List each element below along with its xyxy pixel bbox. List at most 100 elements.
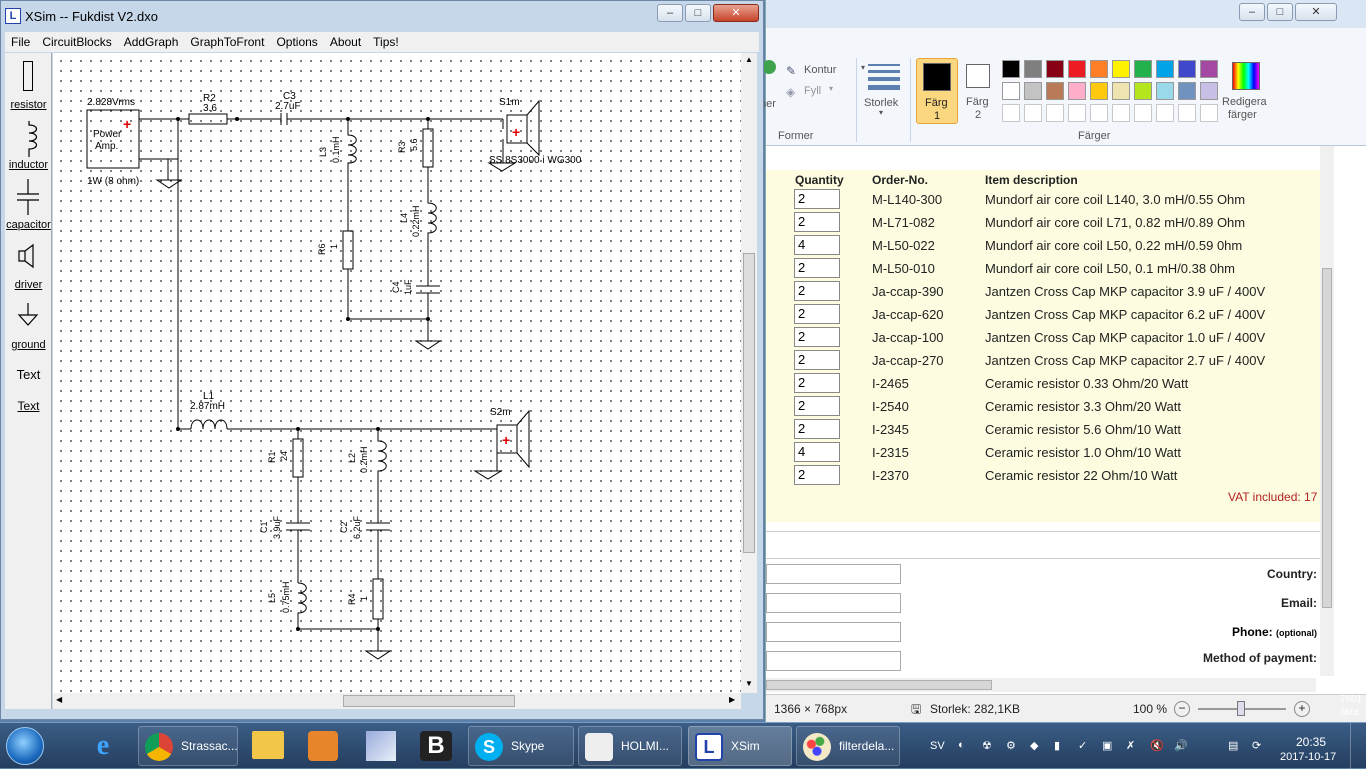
palette-swatch[interactable] [1112,60,1130,78]
quantity-input[interactable]: 2 [794,212,840,232]
tray-icon[interactable]: ✗ [1126,739,1135,752]
zoom-slider-thumb[interactable] [1237,701,1245,716]
palette-swatch[interactable] [1024,82,1042,100]
speaker-mute-icon[interactable]: 🔇 [1150,739,1164,752]
network-icon[interactable]: ▣ [1102,739,1112,752]
palette-swatch[interactable] [1156,60,1174,78]
zoom-in-button[interactable]: + [1294,701,1310,717]
signal-icon[interactable]: ▮ [1054,739,1060,752]
horizontal-scrollbar[interactable] [766,678,1316,692]
start-button[interactable] [6,727,44,765]
scroll-left-icon[interactable]: ◀ [56,695,62,704]
quantity-input[interactable]: 2 [794,465,840,485]
quantity-input[interactable]: 2 [794,350,840,370]
menu-about[interactable]: About [324,32,367,52]
palette-swatch[interactable] [1090,82,1108,100]
scroll-thumb[interactable] [1322,268,1332,608]
driver-icon[interactable] [17,243,39,269]
palette-swatch-empty[interactable] [1112,104,1130,122]
taskbar-holm[interactable]: HOLMI... [578,726,682,766]
palette-swatch[interactable] [1002,60,1020,78]
palette-swatch[interactable] [1200,60,1218,78]
horizontal-scrollbar[interactable]: ◀ ▶ [53,693,741,709]
palette-swatch-empty[interactable] [1178,104,1196,122]
palette-swatch[interactable] [1156,82,1174,100]
palette-swatch[interactable] [1068,60,1086,78]
tray-icon[interactable]: ⟳ [1252,739,1261,752]
quantity-input[interactable]: 2 [794,281,840,301]
redigera-farger-button[interactable]: Redigera färger [1220,58,1276,124]
palette-swatch[interactable] [1024,60,1042,78]
tray-icon[interactable]: ☢ [982,739,992,752]
zoom-out-button[interactable]: − [1174,701,1190,717]
steam-icon[interactable]: ⚙ [1006,739,1016,752]
taskbar-chrome[interactable]: Strassac... [138,726,238,766]
inductor-icon[interactable] [19,121,39,157]
quantity-input[interactable]: 2 [794,189,840,209]
farg2-button[interactable]: Färg 2 [962,58,996,124]
scroll-down-icon[interactable]: ▼ [745,679,753,688]
explorer-icon[interactable] [252,731,284,759]
tool-ground[interactable]: ground [5,339,52,351]
quantity-input[interactable]: 2 [794,373,840,393]
tool-resistor[interactable]: resistor [5,99,52,111]
taskbar-xsim[interactable]: L XSim [688,726,792,766]
palette-swatch[interactable] [1200,82,1218,100]
palette-swatch-empty[interactable] [1002,104,1020,122]
palette-swatch[interactable] [1046,60,1064,78]
palette-swatch[interactable] [1090,60,1108,78]
menu-tips[interactable]: Tips! [367,32,405,52]
quantity-input[interactable]: 2 [794,304,840,324]
b-app-icon[interactable]: B [420,731,452,761]
language-indicator[interactable]: SV [930,740,945,752]
app-icon[interactable] [366,731,396,761]
media-player-icon[interactable] [308,731,338,761]
tool-driver[interactable]: driver [5,279,52,291]
shape-icon[interactable] [762,60,776,74]
capacitor-icon[interactable] [15,179,41,215]
email-field[interactable] [766,593,901,613]
vertical-scrollbar[interactable]: ▲ ▼ [741,53,757,693]
palette-swatch[interactable] [1134,82,1152,100]
menu-file[interactable]: File [5,32,36,52]
taskbar-skype[interactable]: S Skype [468,726,574,766]
quantity-input[interactable]: 2 [794,419,840,439]
palette-swatch-empty[interactable] [1068,104,1086,122]
menu-graphtofront[interactable]: GraphToFront [184,32,270,52]
menu-options[interactable]: Options [270,32,323,52]
scroll-up-icon[interactable]: ▲ [745,55,753,64]
minimize-button[interactable]: – [657,4,683,22]
kontur-button[interactable]: ✎ Kontur ▾ [786,63,866,79]
quantity-input[interactable]: 2 [794,258,840,278]
phone-field[interactable] [766,622,901,642]
clock-time[interactable]: 20:35 [1296,735,1326,749]
tool-inductor[interactable]: inductor [5,159,52,171]
quantity-input[interactable]: 2 [794,396,840,416]
palette-swatch[interactable] [1068,82,1086,100]
clock-date[interactable]: 2017-10-17 [1280,751,1336,763]
palette-swatch[interactable] [1178,60,1196,78]
palette-swatch-empty[interactable] [1156,104,1174,122]
country-field[interactable] [766,564,901,584]
minimize-button[interactable]: – [1239,3,1265,21]
close-button[interactable]: ✕ [713,4,759,22]
resistor-icon[interactable] [23,61,33,91]
maximize-button[interactable]: □ [685,4,711,22]
vertical-scrollbar[interactable] [1320,146,1334,676]
palette-swatch-empty[interactable] [1024,104,1042,122]
payment-field[interactable] [766,651,901,671]
tool-capacitor[interactable]: capacitor [5,219,52,231]
text-tool-icon[interactable]: Text [5,367,52,382]
quantity-input[interactable]: 4 [794,442,840,462]
palette-swatch[interactable] [1178,82,1196,100]
palette-swatch-empty[interactable] [1134,104,1152,122]
farg1-button[interactable]: Färg 1 [916,58,958,124]
ie-icon[interactable]: e [86,729,120,763]
maximize-button[interactable]: □ [1267,3,1293,21]
palette-swatch[interactable] [1046,82,1064,100]
tray-icon[interactable]: ▤ [1228,739,1238,752]
tool-text[interactable]: Text [5,399,52,413]
volume-icon[interactable]: 🔊 [1174,739,1188,752]
schematic-canvas[interactable]: + + + 2.828Vrms Power Amp. 1W (8 ohm) R2… [53,53,757,693]
quantity-input[interactable]: 4 [794,235,840,255]
